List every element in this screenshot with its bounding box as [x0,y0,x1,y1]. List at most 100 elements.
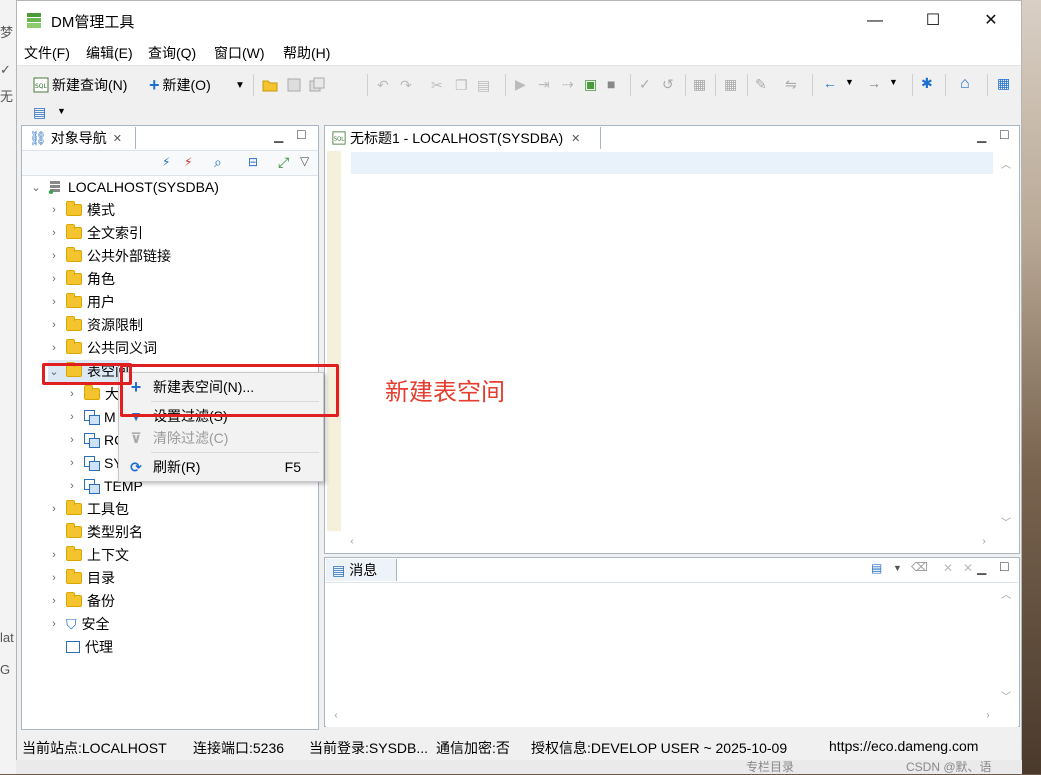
menu-file[interactable]: 文件(F) [24,43,70,63]
home-icon[interactable]: ⌂ [960,75,976,92]
disconnect-icon[interactable]: ⚡ [184,155,192,169]
chevron-right-icon[interactable]: › [66,480,78,492]
menu-edit[interactable]: 编辑(E) [86,43,133,63]
chevron-right-icon[interactable]: › [48,227,60,239]
clear-messages-icon[interactable]: ⌫ [911,560,928,574]
scroll-down-icon[interactable]: ﹀ [999,514,1013,529]
chevron-right-icon[interactable]: › [48,342,60,354]
new-object-button[interactable]: + 新建(O) [149,73,211,97]
tree-item-users[interactable]: › 用户 [48,291,115,313]
forward-dropdown-icon[interactable]: ▼ [889,77,905,93]
minimize-panel-icon[interactable]: ▁ [977,561,986,575]
tab-messages[interactable]: ▤ 消息 [326,559,397,581]
rollback-icon[interactable]: ↺ [662,76,678,92]
grid-icon[interactable]: ▦ [997,75,1013,91]
explain-icon[interactable]: ▦ [693,76,709,92]
undo-icon[interactable]: ↶ [377,77,393,93]
chevron-right-icon[interactable]: › [48,273,60,285]
history-icon[interactable]: ▦ [724,76,740,92]
close-button[interactable]: ✕ [971,7,1011,35]
tab-untitled-1[interactable]: SQL 无标题1 - LOCALHOST(SYSDBA) ✕ [326,127,601,149]
tree-item-public-dblink[interactable]: › 公共外部链接 [48,245,171,267]
format-icon[interactable]: ✎ [755,76,771,92]
remove-icon[interactable]: ✕ [943,561,953,575]
scroll-down-icon[interactable]: ﹀ [999,688,1013,703]
tree-item-packages[interactable]: › 工具包 [48,498,129,520]
collapse-all-icon[interactable]: ⊟ [248,155,258,169]
maximize-panel-icon[interactable]: ☐ [999,560,1010,574]
menu-help[interactable]: 帮助(H) [283,43,330,63]
chevron-right-icon[interactable]: › [66,411,78,423]
new-query-button[interactable]: SQL 新建查询(N) [33,73,127,97]
message-dropdown-icon[interactable]: ▼ [893,563,902,573]
minimize-button[interactable]: — [855,7,895,35]
context-menu-item-clear-filter[interactable]: ⊽ 清除过滤(C) [119,425,323,451]
debug-bug-icon[interactable]: ✱ [921,75,937,91]
scroll-up-icon[interactable]: ︿ [999,156,1013,171]
close-tab-icon[interactable]: ✕ [571,132,580,145]
redo-icon[interactable]: ↷ [400,77,416,93]
new-dropdown-arrow[interactable]: ▼ [235,73,245,97]
scroll-up-icon[interactable]: ︿ [999,586,1013,601]
chevron-right-icon[interactable]: › [48,503,60,515]
tablespace-item[interactable]: › 大 [66,383,119,405]
maximize-button[interactable]: ☐ [913,7,953,35]
tab-object-navigator[interactable]: ⛓ 对象导航 ✕ [23,127,136,149]
scroll-left-icon[interactable]: ‹ [329,710,343,721]
paste-icon[interactable]: ▤ [477,77,493,93]
back-arrow-icon[interactable]: ← [823,75,839,91]
tree-item-type-alias[interactable]: 类型别名 [48,521,143,543]
chevron-right-icon[interactable]: › [66,457,78,469]
tree-item-context[interactable]: › 上下文 [48,544,129,566]
editor-current-line[interactable] [351,152,993,174]
stop-icon[interactable]: ■ [607,76,623,92]
maximize-panel-icon[interactable]: ☐ [296,128,307,142]
menu-window[interactable]: 窗口(W) [214,43,265,63]
tree-item-directory[interactable]: › 目录 [48,567,115,589]
chevron-right-icon[interactable]: › [66,434,78,446]
save-all-icon[interactable] [309,77,325,93]
chevron-right-icon[interactable]: › [48,319,60,331]
tree-item-roles[interactable]: › 角色 [48,268,115,290]
run-selected-icon[interactable]: ⇢ [562,76,578,92]
tree-item-fulltext-index[interactable]: › 全文索引 [48,222,143,244]
perspective-icon[interactable]: ▤ [33,104,49,120]
run-icon[interactable]: ▶ [515,76,531,92]
chevron-right-icon[interactable]: › [48,296,60,308]
cut-icon[interactable]: ✂ [431,77,447,93]
sql-editor-area[interactable] [351,174,993,530]
remove-all-icon[interactable]: ✕ [963,561,973,575]
chevron-right-icon[interactable]: › [48,572,60,584]
open-folder-icon[interactable] [262,77,278,93]
chevron-right-icon[interactable]: › [48,595,60,607]
close-tab-icon[interactable]: ✕ [113,132,122,145]
perspective-dropdown-icon[interactable]: ▼ [57,106,73,122]
tablespace-item[interactable]: › RC [66,429,124,451]
compare-icon[interactable]: ⇋ [785,76,801,92]
tablespace-item[interactable]: › M [66,406,116,428]
run-script-icon[interactable]: ▣ [584,76,600,92]
chevron-right-icon[interactable]: › [48,618,60,630]
view-menu-icon[interactable]: ▽ [300,154,309,168]
context-menu-item-refresh[interactable]: ⟳ 刷新(R) F5 [119,454,323,480]
chevron-right-icon[interactable]: › [66,388,78,400]
forward-arrow-icon[interactable]: → [867,75,883,91]
message-view-icon[interactable]: ▤ [871,561,882,575]
scroll-left-icon[interactable]: ‹ [345,536,359,547]
tree-item-backup[interactable]: › 备份 [48,590,115,612]
back-dropdown-icon[interactable]: ▼ [845,77,861,93]
tree-root[interactable]: ⌄ LOCALHOST(SYSDBA) [30,176,219,198]
maximize-panel-icon[interactable]: ☐ [999,128,1010,142]
save-icon[interactable] [286,77,302,93]
copy-icon[interactable]: ❐ [455,77,471,93]
tree-item-resource-limits[interactable]: › 资源限制 [48,314,143,336]
commit-icon[interactable]: ✓ [639,76,655,92]
tablespace-item[interactable]: › SY [66,452,123,474]
scroll-right-icon[interactable]: › [977,536,991,547]
status-url[interactable]: https://eco.dameng.com [829,738,978,754]
tree-item-schema[interactable]: › 模式 [48,199,115,221]
menu-query[interactable]: 查询(Q) [148,43,196,63]
connect-icon[interactable]: ⚡ [162,155,170,169]
tree-item-security[interactable]: › ⛉ 安全 [48,613,109,635]
search-icon[interactable]: ⌕ [214,154,222,171]
